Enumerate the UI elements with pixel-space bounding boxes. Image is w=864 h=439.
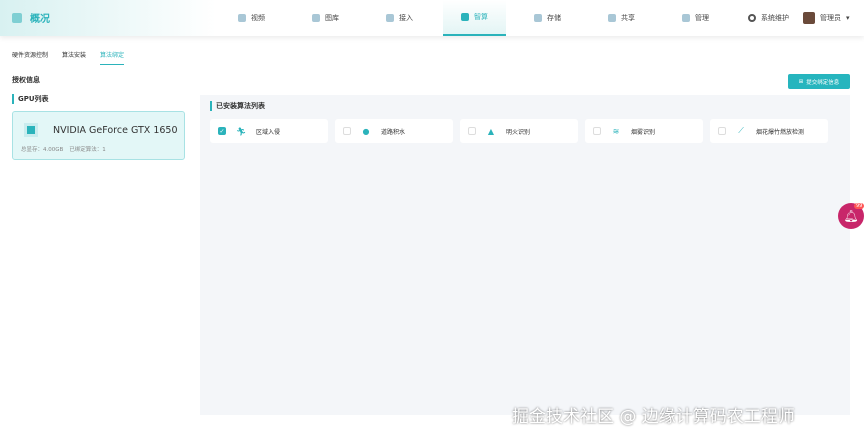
tab-hardware[interactable]: 硬件资源控制 bbox=[12, 50, 48, 65]
nav-label: 图库 bbox=[325, 14, 339, 22]
bell-icon: 🔔︎ bbox=[843, 209, 859, 223]
nav-label: 存储 bbox=[547, 14, 561, 22]
gpu-name: NVIDIA GeForce GTX 1650 bbox=[53, 125, 178, 136]
submit-binding-button[interactable]: ⊞ 提交绑定信息 bbox=[788, 74, 850, 89]
button-label: 提交绑定信息 bbox=[806, 79, 840, 86]
nav-label: 视频 bbox=[251, 14, 265, 22]
algorithm-label: 明火识别 bbox=[506, 128, 531, 136]
nav-compute[interactable]: 智算 bbox=[443, 0, 506, 36]
algorithm-card[interactable]: ⟋ 烟花爆竹燃放检测 bbox=[710, 119, 828, 143]
algorithm-label: 区域入侵 bbox=[256, 128, 281, 136]
checkbox[interactable] bbox=[718, 127, 726, 135]
nav-gallery[interactable]: 图库 bbox=[312, 0, 339, 36]
sub-tabs: 硬件资源控制 算法安装 算法绑定 bbox=[12, 50, 125, 65]
water-drop-icon: ● bbox=[362, 126, 370, 136]
algorithm-label: 烟花爆竹燃放检测 bbox=[756, 128, 805, 136]
nav-storage[interactable]: 存储 bbox=[534, 0, 561, 36]
home-logo[interactable]: 概况 bbox=[12, 10, 50, 25]
compute-icon bbox=[461, 13, 469, 21]
algorithm-panel: 已安装算法列表 ✓ 🏃︎ 区域入侵 ● 道路积水 ▲ 明火识别 ≋ 烟雾识别 ⟋ 烟花爆竹燃… bbox=[200, 95, 850, 415]
top-header: 概况 视频 图库 接入 智算 存储 共享 管理 系统维护 管理员 ▾ bbox=[0, 0, 864, 36]
notification-badge: 99 bbox=[854, 203, 864, 209]
avatar bbox=[803, 12, 815, 24]
algorithm-list-title: 已安装算法列表 bbox=[210, 101, 265, 111]
gpu-bound-count: 已绑定算法：1 bbox=[69, 147, 106, 153]
gallery-icon bbox=[312, 14, 320, 22]
gpu-card[interactable]: NVIDIA GeForce GTX 1650 总显存：4.00GB 已绑定算法：… bbox=[12, 111, 185, 160]
algorithm-label: 道路积水 bbox=[381, 128, 406, 136]
nav-label: 系统维护 bbox=[761, 14, 789, 22]
nav-system[interactable]: 系统维护 bbox=[748, 0, 789, 36]
gpu-memory: 总显存：4.00GB bbox=[21, 147, 64, 153]
user-name: 管理员 bbox=[820, 14, 841, 22]
smoke-icon: ≋ bbox=[612, 126, 620, 136]
cloud-icon bbox=[386, 14, 394, 22]
algorithm-card[interactable]: ✓ 🏃︎ 区域入侵 bbox=[210, 119, 328, 143]
checkbox[interactable] bbox=[593, 127, 601, 135]
nav-video[interactable]: 视频 bbox=[238, 0, 265, 36]
firework-icon: ⟋ bbox=[738, 126, 744, 135]
algorithm-card[interactable]: ● 道路积水 bbox=[335, 119, 453, 143]
nav-access[interactable]: 接入 bbox=[386, 0, 413, 36]
chip-icon bbox=[24, 123, 38, 137]
checkbox[interactable] bbox=[343, 127, 351, 135]
share-icon bbox=[608, 14, 616, 22]
watermark: 掘金技术社区 @ 边缘计算码农工程师 bbox=[512, 407, 795, 427]
nav-label: 智算 bbox=[474, 13, 488, 21]
manage-icon bbox=[682, 14, 690, 22]
overview-icon bbox=[12, 12, 22, 23]
gpu-list-title: GPU列表 bbox=[12, 94, 49, 104]
nav-label: 管理 bbox=[695, 14, 709, 22]
nav-label: 共享 bbox=[621, 14, 635, 22]
algorithm-card[interactable]: ≋ 烟雾识别 bbox=[585, 119, 703, 143]
tab-install[interactable]: 算法安装 bbox=[62, 50, 86, 65]
gear-icon bbox=[748, 14, 756, 22]
user-menu[interactable]: 管理员 ▾ bbox=[803, 0, 850, 36]
checkbox[interactable]: ✓ bbox=[218, 127, 226, 135]
section-title: 授权信息 bbox=[12, 76, 40, 84]
nav-share[interactable]: 共享 bbox=[608, 0, 635, 36]
caret-down-icon: ▾ bbox=[846, 14, 850, 22]
fire-icon: ▲ bbox=[487, 126, 495, 136]
tab-bind[interactable]: 算法绑定 bbox=[100, 50, 125, 65]
video-icon bbox=[238, 14, 246, 22]
checkbox[interactable] bbox=[468, 127, 476, 135]
storage-icon bbox=[534, 14, 542, 22]
algorithm-card[interactable]: ▲ 明火识别 bbox=[460, 119, 578, 143]
submit-icon: ⊞ bbox=[798, 78, 804, 85]
nav-manage[interactable]: 管理 bbox=[682, 0, 709, 36]
app-title: 概况 bbox=[30, 14, 50, 25]
nav-label: 接入 bbox=[399, 14, 413, 22]
running-person-icon: 🏃︎ bbox=[236, 126, 247, 136]
algorithm-label: 烟雾识别 bbox=[631, 128, 656, 136]
